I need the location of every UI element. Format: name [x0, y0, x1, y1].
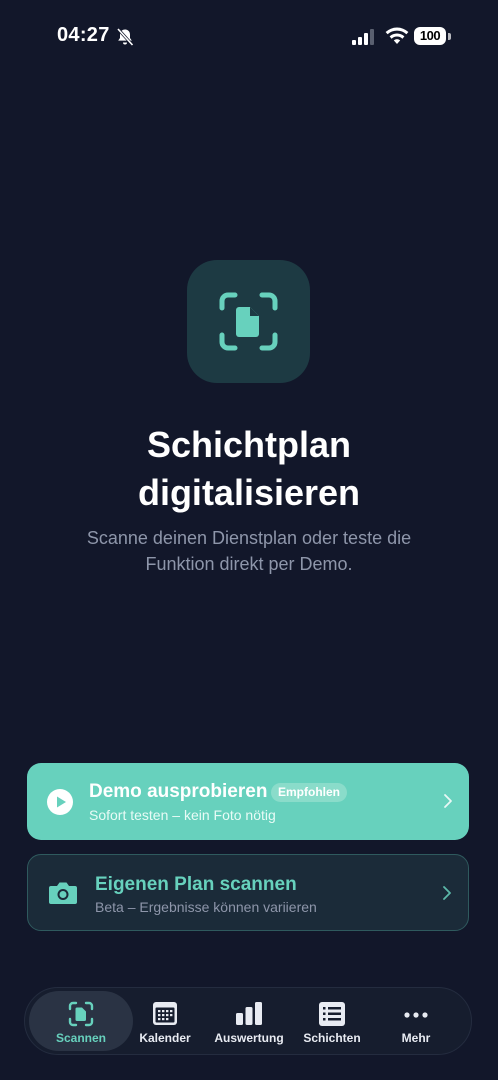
- scan-subtitle: Beta – Ergebnisse können variieren: [95, 899, 317, 915]
- battery-icon: 100: [414, 27, 452, 47]
- tab-label: Schichten: [303, 1031, 361, 1045]
- document-scan-icon: [68, 1001, 94, 1027]
- calendar-icon: [153, 1002, 177, 1025]
- tab-auswertung[interactable]: Auswertung: [201, 991, 297, 1051]
- list-icon: [319, 1002, 345, 1026]
- tab-label: Auswertung: [214, 1031, 284, 1045]
- page-subtitle: Scanne deinen Dienstplan oder teste die …: [86, 528, 412, 574]
- tab-kalender[interactable]: Kalender: [117, 991, 213, 1051]
- demo-button[interactable]: Demo ausprobieren Empfohlen Sofort teste…: [27, 763, 469, 840]
- chevron-right-icon: [443, 886, 451, 900]
- demo-title: Demo ausprobieren: [89, 781, 268, 802]
- signal-icon: [352, 29, 374, 45]
- tab-label: Mehr: [401, 1031, 431, 1045]
- tab-bar: Scannen Kalender Auswertung Schichten Me…: [24, 987, 472, 1055]
- hero-icon-container: [187, 260, 310, 383]
- recommended-badge: Empfohlen: [271, 783, 347, 802]
- page-title: Schichtplan digitalisieren: [137, 424, 361, 513]
- more-icon: [404, 1012, 428, 1018]
- demo-subtitle: Sofort testen – kein Foto nötig: [89, 807, 276, 823]
- document-scan-icon: [219, 292, 278, 351]
- play-circle-icon: [47, 789, 73, 815]
- tab-label: Kalender: [139, 1031, 191, 1045]
- chevron-right-icon: [444, 794, 452, 808]
- bell-muted-icon: [116, 27, 134, 47]
- scan-title: Eigenen Plan scannen: [95, 874, 297, 895]
- camera-icon: [49, 882, 77, 904]
- battery-level: 100: [414, 27, 446, 45]
- status-bar: 04:27 100: [0, 22, 498, 54]
- status-time: 04:27: [57, 24, 110, 46]
- wifi-icon: [385, 27, 409, 44]
- bar-chart-icon: [236, 1002, 262, 1025]
- tab-mehr[interactable]: Mehr: [368, 991, 464, 1051]
- scan-plan-button[interactable]: Eigenen Plan scannen Beta – Ergebnisse k…: [27, 854, 469, 931]
- tab-schichten[interactable]: Schichten: [284, 991, 380, 1051]
- battery-tip: [448, 33, 451, 40]
